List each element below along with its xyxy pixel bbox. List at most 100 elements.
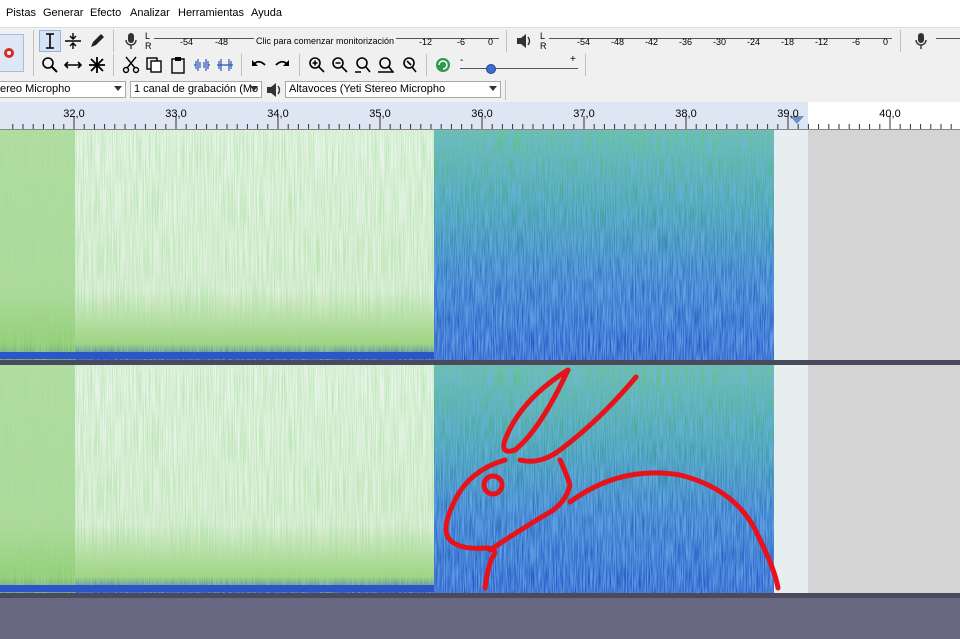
magnifier-icon <box>42 57 58 73</box>
separator <box>900 30 901 52</box>
mixer-mic-button[interactable] <box>910 30 932 52</box>
playback-tick: 0 <box>883 37 889 47</box>
record-meter-mic-button[interactable] <box>120 30 142 52</box>
zoom-in-button[interactable] <box>306 54 328 76</box>
envelope-tool[interactable] <box>62 30 84 52</box>
trim-audio-icon <box>194 59 210 71</box>
zoom-toggle-button[interactable] <box>398 54 420 76</box>
fit-project-button[interactable] <box>375 54 397 76</box>
playback-tick: -6 <box>852 37 861 47</box>
ruler-label: 38,0 <box>675 108 697 120</box>
ruler-label: 37,0 <box>573 108 595 120</box>
playback-meter-speaker-button[interactable] <box>513 30 535 52</box>
speed-slider-max: + <box>570 54 576 65</box>
menu-ayuda[interactable]: Ayuda <box>251 7 282 19</box>
separator <box>113 54 114 76</box>
draw-tool[interactable] <box>86 30 108 52</box>
record-tick: 0 <box>488 37 494 47</box>
menu-pistas[interactable]: Pistas <box>6 7 36 19</box>
record-tick: -48 <box>215 37 229 47</box>
playback-tick: -12 <box>815 37 829 47</box>
recording-channels-value: 1 canal de grabación (Mo <box>134 83 259 95</box>
pencil-icon <box>91 34 104 47</box>
playback-meter-right-label: R <box>540 41 547 51</box>
time-shift-tool[interactable] <box>62 54 84 76</box>
playback-tick: -48 <box>611 37 625 47</box>
double-arrow-icon <box>64 61 82 69</box>
clipboard-icon <box>171 57 185 74</box>
record-tick: -12 <box>419 37 433 47</box>
menu-bar: Pistas Generar Efecto Analizar Herramien… <box>0 0 960 28</box>
chevron-down-icon <box>114 86 122 91</box>
chevron-down-icon <box>250 86 258 91</box>
fit-selection-button[interactable] <box>352 54 374 76</box>
undo-button[interactable] <box>248 54 270 76</box>
toolbars: L R -54 -48 Clic para comenzar monitoriz… <box>0 28 960 79</box>
silence-button[interactable] <box>214 54 236 76</box>
separator <box>33 30 34 76</box>
record-button[interactable] <box>0 34 24 72</box>
multi-tool[interactable] <box>86 54 108 76</box>
ruler-label: 33,0 <box>165 108 187 120</box>
envelope-icon <box>65 33 81 49</box>
device-toolbar: ereo Microphо 1 canal de grabación (Mo A… <box>0 78 960 103</box>
playback-device-select[interactable]: Altavoces (Yeti Stereo Micropho <box>285 81 501 98</box>
record-meter-prompt[interactable]: Clic para comenzar monitorización <box>254 36 397 46</box>
record-meter-right-label: R <box>145 41 152 51</box>
playback-device-value: Altavoces (Yeti Stereo Micropho <box>289 83 446 95</box>
redo-button[interactable] <box>271 54 293 76</box>
selection-tool[interactable] <box>39 30 61 52</box>
menu-generar[interactable]: Generar <box>43 7 83 19</box>
play-at-speed-icon <box>436 58 450 72</box>
record-icon <box>4 48 14 58</box>
playback-tick: -54 <box>577 37 591 47</box>
mixer-slider[interactable] <box>936 38 960 39</box>
zoom-out-button[interactable] <box>329 54 351 76</box>
track-footer <box>0 598 960 639</box>
record-meter-left-label: L <box>145 31 151 41</box>
speaker-icon <box>517 34 531 48</box>
copy-icon <box>146 57 162 73</box>
zoom-out-icon <box>332 57 348 73</box>
copy-button[interactable] <box>143 54 165 76</box>
separator <box>299 54 300 76</box>
microphone-icon <box>915 33 927 49</box>
speed-slider-thumb[interactable] <box>485 64 496 74</box>
separator <box>426 54 427 76</box>
separator <box>241 54 242 76</box>
recording-device-value: ereo Microphо <box>0 83 71 95</box>
playback-tick: -42 <box>645 37 659 47</box>
cut-button[interactable] <box>120 54 142 76</box>
separator <box>585 54 586 76</box>
speed-slider[interactable] <box>460 68 578 69</box>
play-at-speed-button[interactable] <box>432 54 454 76</box>
separator <box>113 30 114 52</box>
playback-tick: -36 <box>679 37 693 47</box>
separator <box>506 30 507 52</box>
trim-button[interactable] <box>191 54 213 76</box>
silence-audio-icon <box>217 59 233 71</box>
microphone-icon <box>125 33 137 49</box>
zoom-in-icon <box>309 57 325 73</box>
menu-efecto[interactable]: Efecto <box>90 7 121 19</box>
playback-tick: -30 <box>713 37 727 47</box>
recording-device-select[interactable]: ereo Microphо <box>0 81 126 98</box>
zoom-tool[interactable] <box>39 54 61 76</box>
asterisk-icon <box>89 57 105 73</box>
ruler-label: 35,0 <box>369 108 391 120</box>
redo-icon <box>275 60 289 66</box>
timeline-ruler[interactable]: 32,0 33,0 34,0 35,0 36,0 37,0 38,0 39,0 … <box>0 102 960 130</box>
recording-channels-select[interactable]: 1 canal de grabación (Mo <box>130 81 262 98</box>
i-beam-icon <box>46 33 54 49</box>
fit-project-icon <box>378 57 394 73</box>
menu-herramientas[interactable]: Herramientas <box>178 7 244 19</box>
ruler-label: 36,0 <box>471 108 493 120</box>
speaker-icon <box>265 81 283 99</box>
zoom-toggle-icon <box>403 57 417 73</box>
chevron-down-icon <box>489 86 497 91</box>
ruler-label: 40,0 <box>879 108 901 120</box>
fit-selection-icon <box>355 57 371 73</box>
paste-button[interactable] <box>167 54 189 76</box>
track-area[interactable] <box>0 130 960 598</box>
menu-analizar[interactable]: Analizar <box>130 7 170 19</box>
